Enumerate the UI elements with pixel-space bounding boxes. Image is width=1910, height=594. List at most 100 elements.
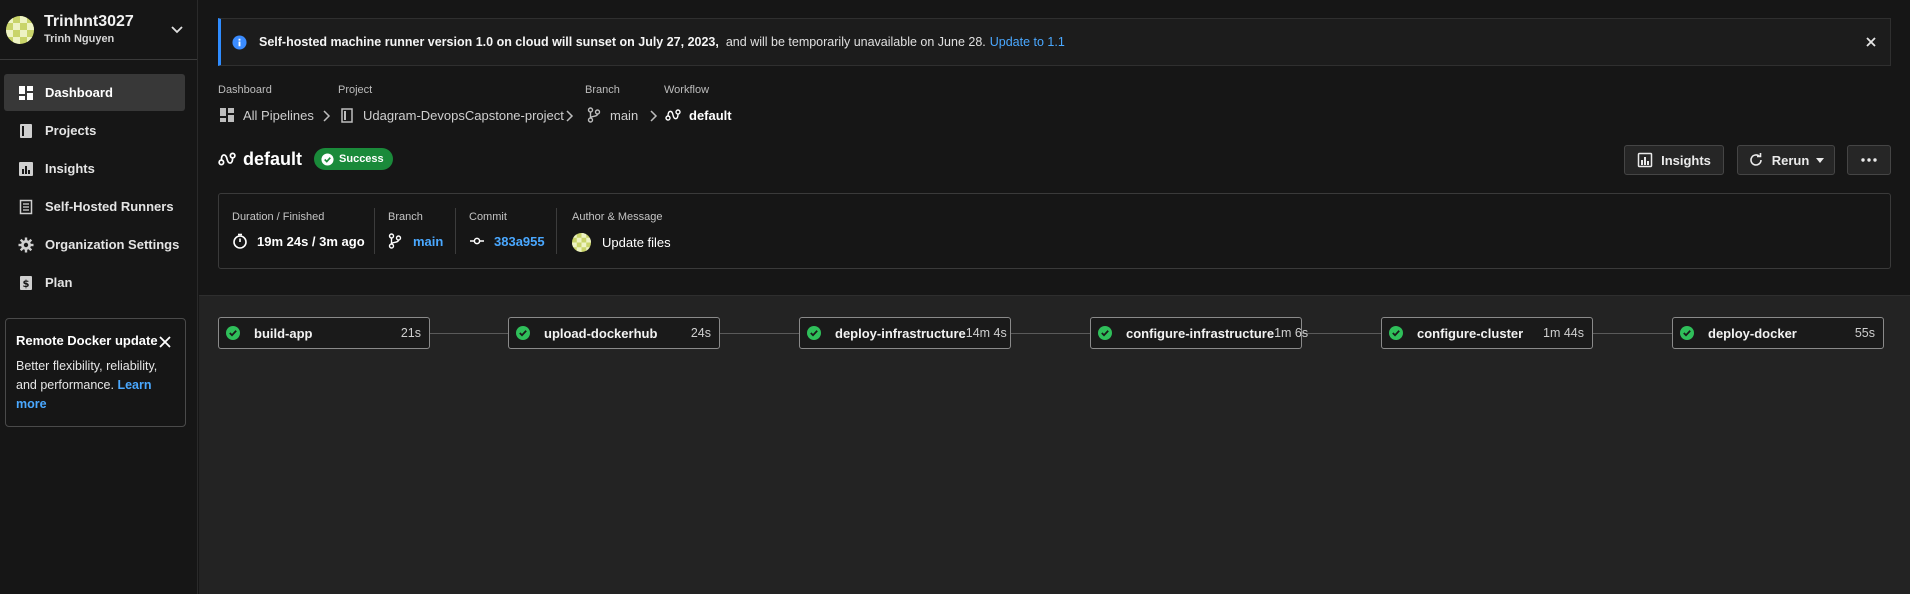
crumb-label: Project	[338, 84, 373, 96]
book-icon	[17, 122, 35, 140]
job-name: configure-cluster	[1417, 325, 1524, 341]
status-badge: Success	[314, 148, 393, 170]
chevron-right-icon	[323, 110, 331, 122]
branch-text: main	[413, 233, 444, 249]
sidebar-item-label: Projects	[45, 123, 97, 138]
breadcrumb-branch-name[interactable]: main	[585, 106, 638, 124]
more-icon	[1861, 158, 1877, 162]
remote-docker-promo: Remote Docker update Better flexibility,…	[5, 318, 186, 427]
rerun-button[interactable]: Rerun	[1737, 145, 1835, 175]
close-icon[interactable]	[159, 335, 171, 348]
job-name: build-app	[254, 325, 313, 341]
job-deploy-infrastructure[interactable]: deploy-infrastructure 14m 4s	[799, 317, 1011, 349]
breadcrumb-all-pipelines[interactable]: All Pipelines	[218, 106, 314, 124]
breadcrumb-dashboard: Dashboard	[218, 84, 272, 96]
sidebar-item-self-hosted-runners[interactable]: Self-Hosted Runners	[4, 188, 185, 225]
job-duration: 14m 4s	[965, 326, 1007, 340]
sidebar-item-label: Organization Settings	[45, 237, 180, 252]
commit-label: Commit	[469, 211, 507, 223]
sidebar-item-organization-settings[interactable]: Organization Settings	[4, 226, 185, 263]
chevron-right-icon	[650, 110, 658, 122]
author-label: Author & Message	[572, 211, 663, 223]
refresh-icon	[1749, 153, 1762, 166]
job-duration: 24s	[690, 326, 711, 340]
branch-link[interactable]: main	[388, 233, 443, 249]
main-content: Self-hosted machine runner version 1.0 o…	[199, 0, 1910, 594]
breadcrumb-workflow: Workflow	[664, 84, 709, 96]
org-name: Trinhnt3027	[44, 13, 134, 30]
check-circle-icon	[1098, 326, 1112, 340]
check-circle-icon	[321, 152, 334, 166]
banner-text: and will be temporarily unavailable on J…	[725, 35, 986, 49]
sidebar: Trinhnt3027 Trinh Nguyen Dashboard Proje…	[0, 0, 198, 594]
author-message: Update files	[572, 233, 671, 252]
job-duration: 55s	[1854, 326, 1875, 340]
insights-button-label: Insights	[1661, 152, 1711, 168]
check-circle-icon	[226, 326, 240, 340]
job-name: configure-infrastructure	[1126, 325, 1275, 341]
sidebar-item-insights[interactable]: Insights	[4, 150, 185, 187]
job-connector	[1011, 333, 1090, 334]
caret-down-icon	[1816, 157, 1825, 163]
check-circle-icon	[1680, 326, 1694, 340]
duration-text: 19m 24s / 3m ago	[257, 233, 365, 249]
sidebar-item-plan[interactable]: $ Plan	[4, 264, 185, 301]
check-circle-icon	[516, 326, 530, 340]
divider	[455, 208, 456, 254]
sunset-banner: Self-hosted machine runner version 1.0 o…	[218, 18, 1891, 66]
job-connector	[720, 333, 799, 334]
workflow-details: Duration / Finished 19m 24s / 3m ago Bra…	[218, 193, 1891, 269]
breadcrumb-project: Project	[338, 84, 372, 96]
gear-icon	[17, 236, 35, 254]
duration-value: 19m 24s / 3m ago	[232, 233, 365, 249]
stopwatch-icon	[232, 233, 248, 249]
branch-icon	[585, 106, 603, 124]
page-title: default	[243, 148, 303, 169]
insights-button[interactable]: Insights	[1624, 145, 1724, 175]
commit-link[interactable]: 383a955	[469, 233, 545, 249]
bar-chart-icon	[17, 160, 35, 178]
update-link[interactable]: Update to 1.1	[990, 35, 1065, 49]
breadcrumb-project-name[interactable]: Udagram-DevopsCapstone-project	[338, 106, 564, 124]
more-options-button[interactable]	[1847, 145, 1891, 175]
info-icon	[232, 34, 247, 50]
chevron-down-icon[interactable]	[167, 20, 187, 40]
duration-label: Duration / Finished	[232, 211, 325, 223]
sidebar-item-dashboard[interactable]: Dashboard	[4, 74, 185, 111]
sidebar-item-projects[interactable]: Projects	[4, 112, 185, 149]
job-configure-infrastructure[interactable]: configure-infrastructure 1m 6s	[1090, 317, 1308, 349]
commit-icon	[469, 233, 485, 249]
sidebar-item-label: Insights	[45, 161, 95, 176]
job-configure-cluster[interactable]: configure-cluster 1m 44s	[1381, 317, 1593, 349]
server-icon	[17, 198, 35, 216]
branch-icon	[388, 233, 404, 249]
branch-label: Branch	[388, 211, 423, 223]
dollar-icon: $	[17, 274, 35, 292]
sidebar-item-label: Dashboard	[45, 85, 113, 100]
job-build-app[interactable]: build-app 21s	[218, 317, 430, 349]
job-name: deploy-infrastructure	[835, 325, 966, 341]
dashboard-icon	[218, 106, 236, 124]
breadcrumb-branch: Branch	[585, 84, 620, 96]
breadcrumb-workflow-name: default	[664, 106, 732, 124]
job-connector	[430, 333, 508, 334]
sidebar-nav: Dashboard Projects Insights Self-Hosted …	[0, 60, 197, 301]
chevron-right-icon	[566, 110, 574, 122]
check-circle-icon	[1389, 326, 1403, 340]
dashboard-icon	[17, 84, 35, 102]
job-upload-dockerhub[interactable]: upload-dockerhub 24s	[508, 317, 720, 349]
commit-text: 383a955	[494, 233, 545, 249]
rerun-button-label: Rerun	[1771, 152, 1810, 168]
crumb-value: All Pipelines	[243, 107, 314, 123]
job-deploy-docker[interactable]: deploy-docker 55s	[1672, 317, 1884, 349]
job-duration: 21s	[400, 326, 421, 340]
bar-chart-icon	[1637, 152, 1653, 168]
close-icon[interactable]	[1864, 35, 1878, 49]
org-switcher[interactable]: Trinhnt3027 Trinh Nguyen	[0, 0, 197, 60]
banner-headline: Self-hosted machine runner version 1.0 o…	[259, 35, 719, 49]
check-circle-icon	[807, 326, 821, 340]
org-user-name: Trinh Nguyen	[44, 33, 115, 45]
workflow-icon	[664, 106, 682, 124]
crumb-label: Branch	[585, 84, 620, 96]
status-label: Success	[339, 153, 384, 165]
